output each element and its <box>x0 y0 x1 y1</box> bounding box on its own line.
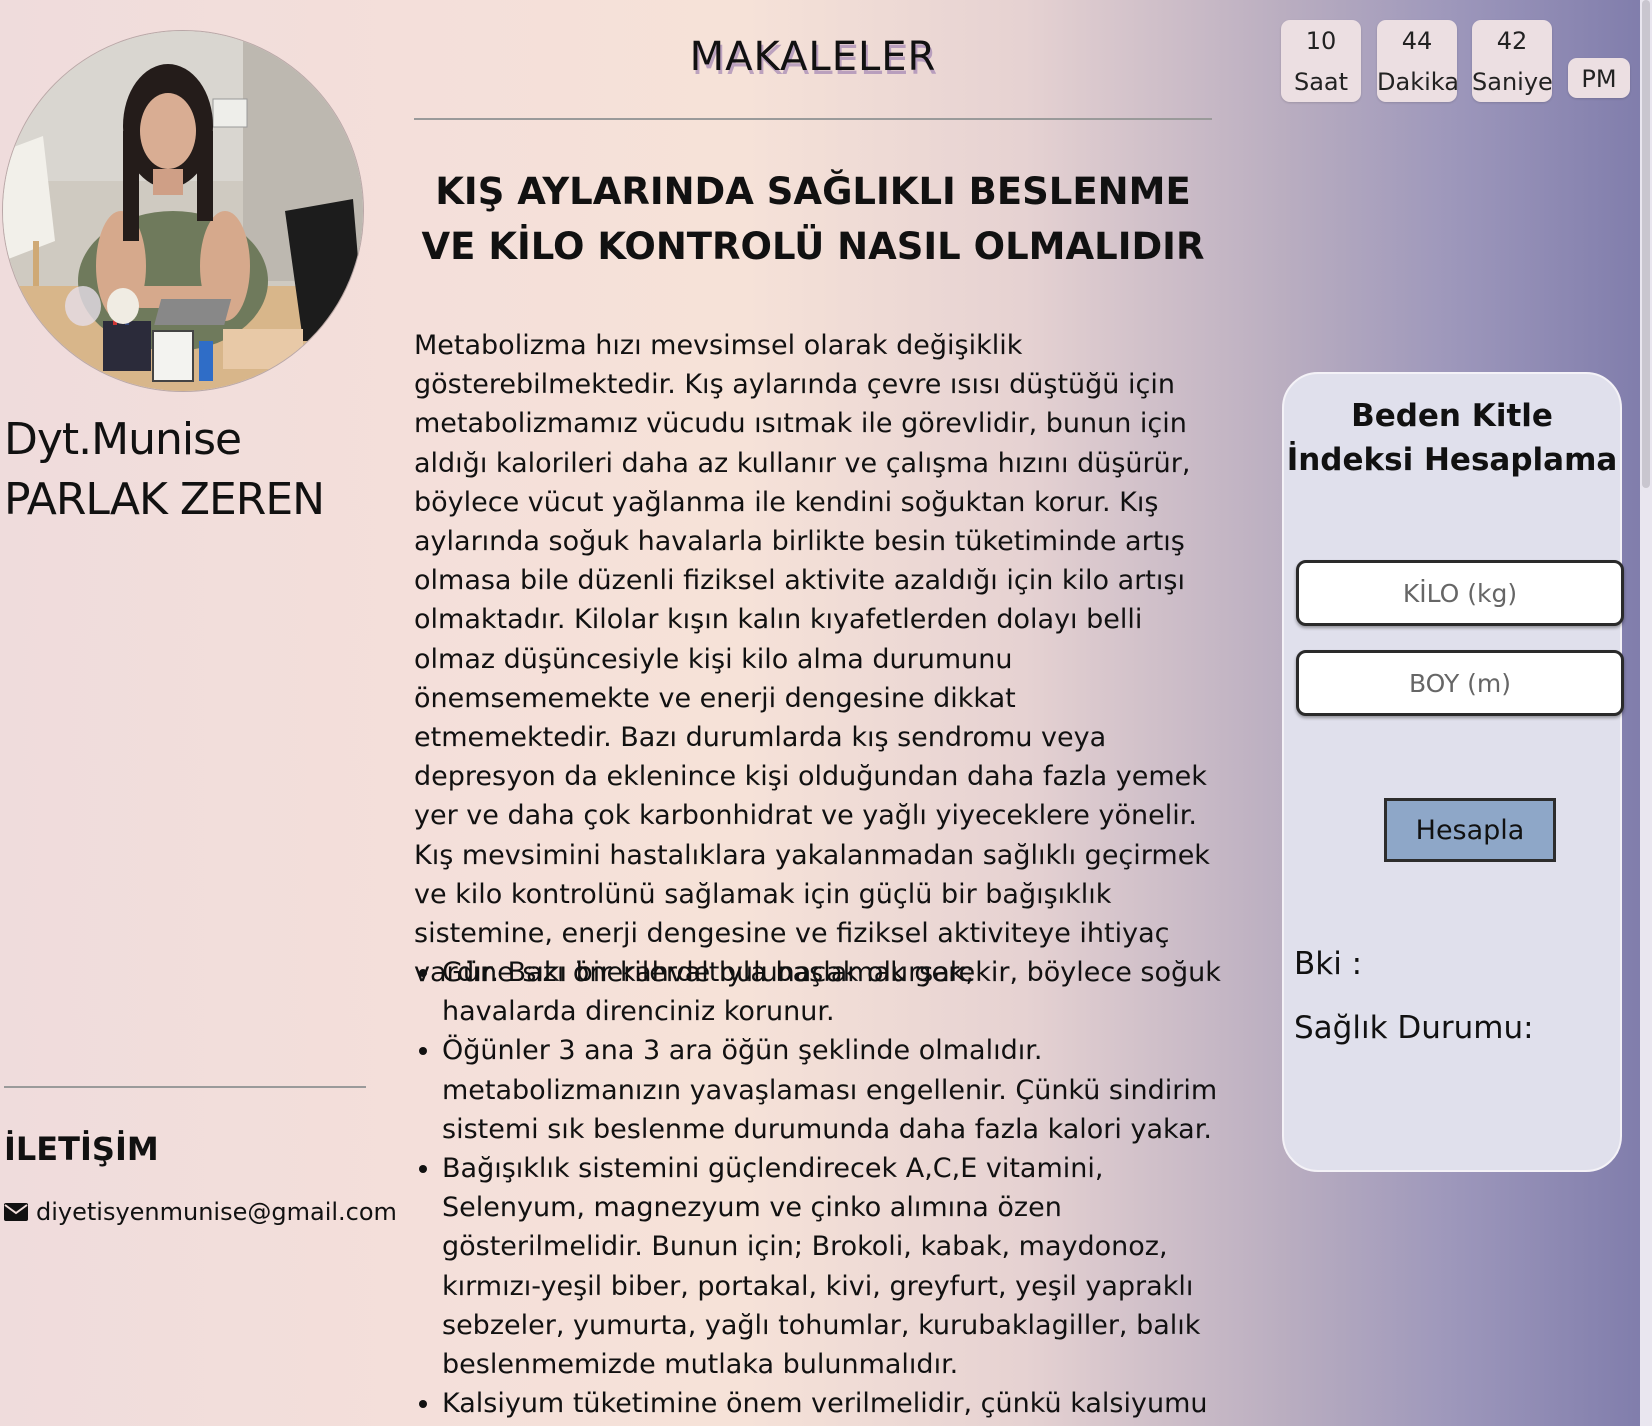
email-link[interactable]: diyetisyenmunise@gmail.com <box>36 1198 397 1226</box>
list-item: Güne sıkı bir kahvaltıyla başlamak gerek… <box>442 953 1242 1031</box>
bmi-calculator: Beden Kitle İndeksi Hesaplama Hesapla Bk… <box>1282 372 1624 1172</box>
list-item: Öğünler 3 ana 3 ara öğün şeklinde olmalı… <box>442 1031 1242 1149</box>
clock-hours: 10 Saat <box>1281 20 1361 102</box>
clock-minutes-label: Dakika <box>1377 68 1459 96</box>
tips-list: Güne sıkı bir kahvaltıyla başlamak gerek… <box>414 953 1242 1423</box>
envelope-icon <box>4 1203 28 1221</box>
height-input[interactable] <box>1296 650 1624 716</box>
article-title: KIŞ AYLARINDA SAĞLIKLI BESLENME VE KİLO … <box>421 170 1205 268</box>
title-divider <box>414 118 1212 120</box>
clock-minutes-value: 44 <box>1401 27 1433 55</box>
clock-period: PM <box>1568 58 1630 98</box>
list-item: Kalsiyum tüketimine önem verilmelidir, ç… <box>442 1384 1242 1423</box>
weight-input[interactable] <box>1296 560 1624 626</box>
clock-hours-label: Saat <box>1293 68 1349 96</box>
profile-photo <box>2 30 364 392</box>
list-item: Bağışıklık sistemini güçlendirecek A,C,E… <box>442 1149 1242 1384</box>
bmi-title: Beden Kitle İndeksi Hesaplama <box>1286 398 1618 478</box>
section-title: MAKALELER <box>689 34 937 80</box>
page: Dyt.Munise PARLAK ZEREN İLETİŞİM diyetis… <box>0 0 1640 1426</box>
clock-hours-value: 10 <box>1305 27 1337 55</box>
profile-name: Dyt.Munise PARLAK ZEREN <box>4 414 325 525</box>
page-scrollbar[interactable] <box>1640 0 1652 1426</box>
article-intro: Metabolizma hızı mevsimsel olarak değişi… <box>414 330 1210 989</box>
bmi-result-label: Bki : <box>1294 946 1363 982</box>
clock-seconds-value: 42 <box>1496 27 1528 55</box>
contact-title: İLETİŞİM <box>4 1130 159 1168</box>
clock-seconds-label: Saniye <box>1472 68 1553 96</box>
scrollbar-thumb[interactable] <box>1642 0 1650 488</box>
calculate-button[interactable]: Hesapla <box>1384 798 1556 862</box>
email-contact[interactable]: diyetisyenmunise@gmail.com <box>4 1198 397 1226</box>
health-status-label: Sağlık Durumu: <box>1294 1010 1534 1046</box>
clock-minutes: 44 Dakika <box>1377 20 1459 102</box>
clock-seconds: 42 Saniye <box>1472 20 1553 102</box>
sidebar-divider <box>4 1086 366 1088</box>
